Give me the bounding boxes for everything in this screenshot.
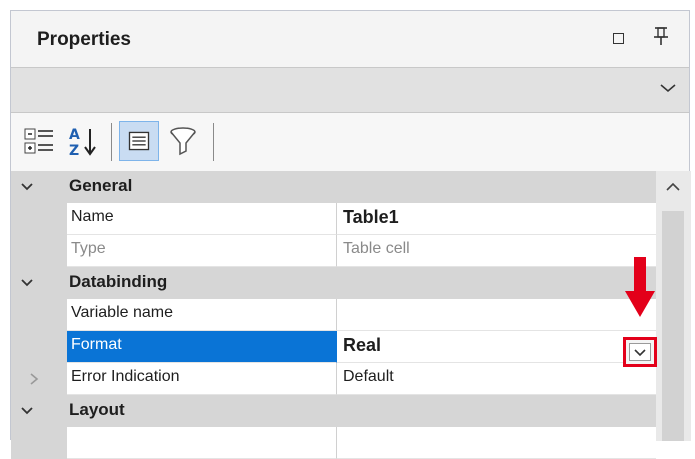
svg-text:A: A bbox=[69, 127, 80, 143]
panel-title-bar: Properties bbox=[11, 11, 689, 67]
property-name: Type bbox=[67, 235, 337, 267]
category-databinding[interactable]: Databinding bbox=[11, 267, 656, 299]
row-gutter bbox=[11, 363, 67, 395]
row-gutter bbox=[11, 331, 67, 363]
property-row-type[interactable]: Type Table cell bbox=[11, 235, 656, 267]
category-general[interactable]: General bbox=[11, 171, 656, 203]
sort-alphabetical-icon[interactable]: A Z bbox=[63, 121, 103, 161]
red-arrow-annotation bbox=[625, 257, 655, 317]
row-gutter bbox=[11, 299, 67, 331]
category-label: Databinding bbox=[69, 272, 168, 291]
property-row-variable-name[interactable]: Variable name bbox=[11, 299, 656, 331]
chevron-down-icon bbox=[634, 349, 646, 357]
property-name: Error Indication bbox=[67, 363, 337, 395]
row-gutter bbox=[11, 427, 67, 459]
chevron-up-icon[interactable] bbox=[665, 181, 681, 193]
chevron-down-icon[interactable] bbox=[19, 179, 35, 195]
category-layout[interactable]: Layout bbox=[11, 395, 656, 427]
property-value[interactable]: Real bbox=[337, 331, 656, 363]
category-label: Layout bbox=[69, 400, 125, 419]
row-gutter bbox=[11, 203, 67, 235]
vertical-scrollbar[interactable] bbox=[656, 171, 691, 441]
property-value[interactable]: Default bbox=[337, 363, 656, 395]
properties-icon[interactable] bbox=[119, 121, 159, 161]
format-dropdown-button[interactable] bbox=[623, 337, 657, 367]
property-value[interactable] bbox=[337, 299, 656, 331]
toolbar-separator bbox=[111, 123, 112, 161]
property-name: Format bbox=[67, 331, 337, 363]
property-value: Table cell bbox=[337, 235, 656, 267]
pin-icon[interactable] bbox=[651, 25, 671, 49]
property-value bbox=[337, 427, 656, 459]
scrollbar-thumb[interactable] bbox=[662, 211, 684, 441]
properties-toolbar: A Z bbox=[11, 113, 689, 171]
categorized-icon[interactable] bbox=[19, 121, 59, 161]
filter-icon[interactable] bbox=[163, 121, 203, 161]
property-row-partial bbox=[11, 427, 656, 459]
row-gutter bbox=[11, 235, 67, 267]
chevron-down-icon[interactable] bbox=[19, 403, 35, 419]
chevron-right-icon[interactable] bbox=[27, 371, 41, 387]
category-label: General bbox=[69, 176, 133, 195]
panel-title: Properties bbox=[37, 29, 131, 50]
toolbar-separator bbox=[213, 123, 214, 161]
property-name bbox=[67, 427, 337, 459]
property-value[interactable]: Table1 bbox=[337, 203, 656, 235]
property-row-name[interactable]: Name Table1 bbox=[11, 203, 656, 235]
property-grid: General Name Table1 Type Table cell Data… bbox=[11, 171, 656, 459]
property-row-format[interactable]: Format Real bbox=[11, 331, 656, 363]
chevron-down-icon[interactable] bbox=[19, 275, 35, 291]
property-name: Name bbox=[67, 203, 337, 235]
properties-panel: Properties A Z General Name Table1 Type … bbox=[10, 10, 691, 459]
property-name: Variable name bbox=[67, 299, 337, 331]
property-row-error-indication[interactable]: Error Indication Default bbox=[11, 363, 656, 395]
restore-icon[interactable] bbox=[613, 33, 624, 44]
chevron-down-icon bbox=[660, 84, 676, 93]
object-selector-dropdown[interactable] bbox=[11, 67, 689, 113]
svg-text:Z: Z bbox=[69, 143, 79, 159]
